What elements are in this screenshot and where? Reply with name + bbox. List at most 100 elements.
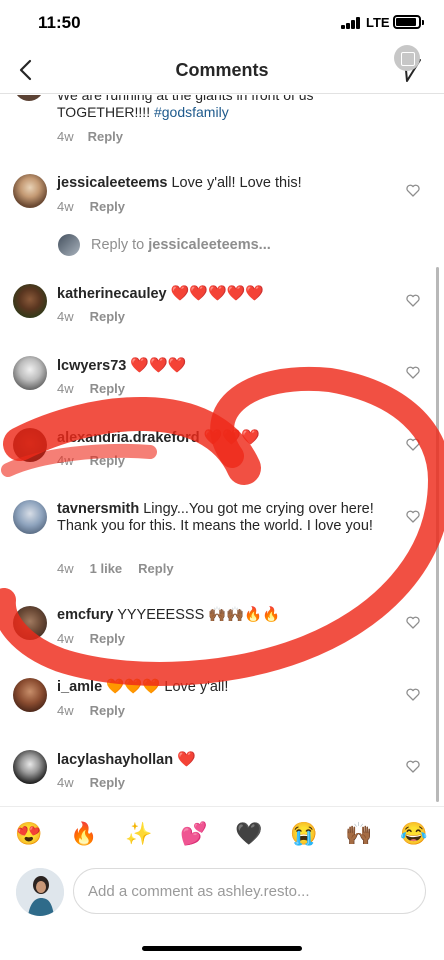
comment-text: jessicaleeteems Love y'all! Love this! [57,175,397,192]
heart-icon[interactable] [406,510,420,523]
comment-meta: 4w Reply [57,309,125,324]
comment-body: ❤️❤️❤️ [203,429,260,446]
reply-button[interactable]: Reply [90,703,125,718]
scrollbar[interactable] [436,267,439,802]
comment-body: YYYEEESSS 🙌🏾🙌🏾🔥🔥 [117,607,281,623]
reply-button[interactable]: Reply [90,381,125,396]
profile-photo-icon [16,868,64,916]
reply-prompt-text[interactable]: Reply to jessicaleeteems... [91,237,271,253]
comment-age: 4w [57,309,74,324]
comment-meta: 4w Reply [57,199,125,214]
emoji-quick-bar: 😍 🔥 ✨ 💕 🖤 😭 🙌🏾 😂 [0,806,444,862]
comment-age: 4w [57,453,74,468]
reply-button[interactable]: Reply [88,129,123,144]
comment-text: lacylashayhollan ❤️ [57,751,397,769]
hashtag-link[interactable]: #godsfamily [154,104,229,120]
reply-button[interactable]: Reply [90,775,125,790]
reply-button[interactable]: Reply [90,631,125,646]
emoji-black-heart-button[interactable]: 🖤 [233,819,265,849]
avatar[interactable] [13,678,47,712]
signal-icon [341,17,361,29]
comment-body: 🧡🧡🧡 Love y'all! [106,679,229,695]
heart-icon[interactable] [406,184,420,197]
comment-meta: 4w Reply [57,775,125,790]
comment-age: 4w [57,775,74,790]
heart-icon[interactable] [406,760,420,773]
home-indicator[interactable] [142,946,302,951]
avatar[interactable] [13,500,47,534]
comment-meta: 4w 1 like Reply [57,561,174,576]
comment-username[interactable]: emcfury [57,607,113,623]
comment-age: 4w [57,631,74,646]
reply-button[interactable]: Reply [90,309,125,324]
comment-username[interactable]: lacylashayhollan [57,752,173,768]
comment-username[interactable]: katherinecauley [57,286,167,302]
comment-age: 4w [57,199,74,214]
heart-icon[interactable] [406,294,420,307]
comment-text: i_amle 🧡🧡🧡 Love y'all! [57,679,397,696]
comment-body: Love y'all! Love this! [171,175,302,191]
nav-header: Comments [0,48,444,94]
comment-text: alexandria.drakeford ❤️❤️❤️ [57,429,397,447]
heart-icon[interactable] [406,688,420,701]
reply-button[interactable]: Reply [90,453,125,468]
top-comment-text: We are running at the giants in front of… [57,95,397,121]
emoji-crying-button[interactable]: 😭 [288,819,320,849]
reply-prompt-user: jessicaleeteems... [148,237,271,253]
emoji-fire-button[interactable]: 🔥 [68,819,100,849]
comment-text: emcfury YYYEEESSS 🙌🏾🙌🏾🔥🔥 [57,607,397,624]
comment-age: 4w [57,129,74,144]
heart-icon[interactable] [406,616,420,629]
comment-meta: 4w Reply [57,129,123,144]
avatar[interactable] [13,356,47,390]
avatar[interactable] [13,750,47,784]
comment-body: ❤️❤️❤️ [130,357,187,374]
avatar [58,234,80,256]
top-comment-line2: TOGETHER!!!! [57,104,154,120]
comment-composer [0,862,444,924]
avatar[interactable] [14,95,44,101]
comment-age: 4w [57,561,74,576]
likes-count[interactable]: 1 like [90,561,123,576]
status-time: 11:50 [38,13,81,32]
comment-username[interactable]: i_amle [57,679,102,695]
reply-button[interactable]: Reply [138,561,173,576]
status-bar: 11:50 LTE [0,0,444,48]
comment-username[interactable]: tavnersmith [57,501,139,517]
comment-meta: 4w Reply [57,703,125,718]
emoji-joy-button[interactable]: 😂 [398,819,430,849]
page-title: Comments [175,60,269,80]
comment-username[interactable]: lcwyers73 [57,358,126,374]
comment-meta: 4w Reply [57,453,125,468]
battery-icon [393,15,424,29]
heart-icon[interactable] [406,366,420,379]
comment-body: ❤️❤️❤️❤️❤️ [170,285,265,302]
top-comment-line1: We are running at the giants in front of… [57,95,314,103]
emoji-two-hearts-button[interactable]: 💕 [178,819,210,849]
avatar [16,868,64,916]
comment-text: lcwyers73 ❤️❤️❤️ [57,357,397,375]
avatar[interactable] [13,284,47,318]
gif-icon[interactable] [394,45,420,71]
comment-list[interactable]: We are running at the giants in front of… [0,95,444,805]
comment-username[interactable]: jessicaleeteems [57,175,167,191]
avatar[interactable] [13,606,47,640]
emoji-raised-hands-button[interactable]: 🙌🏾 [343,819,375,849]
comment-age: 4w [57,703,74,718]
comment-age: 4w [57,381,74,396]
comment-username[interactable]: alexandria.drakeford [57,430,200,446]
emoji-sparkles-button[interactable]: ✨ [123,819,155,849]
comment-body: ❤️ [177,751,196,768]
avatar[interactable] [13,428,47,462]
heart-icon[interactable] [406,438,420,451]
comment-meta: 4w Reply [57,631,125,646]
reply-button[interactable]: Reply [90,199,125,214]
comment-text: katherinecauley ❤️❤️❤️❤️❤️ [57,285,397,303]
comment-input[interactable] [73,868,426,914]
network-label: LTE [366,15,390,30]
emoji-heart-eyes-button[interactable]: 😍 [13,819,45,849]
comment-text: tavnersmith Lingy...You got me crying ov… [57,501,397,535]
reply-prompt-prefix: Reply to [91,237,149,253]
comment-meta: 4w Reply [57,381,125,396]
avatar[interactable] [13,174,47,208]
